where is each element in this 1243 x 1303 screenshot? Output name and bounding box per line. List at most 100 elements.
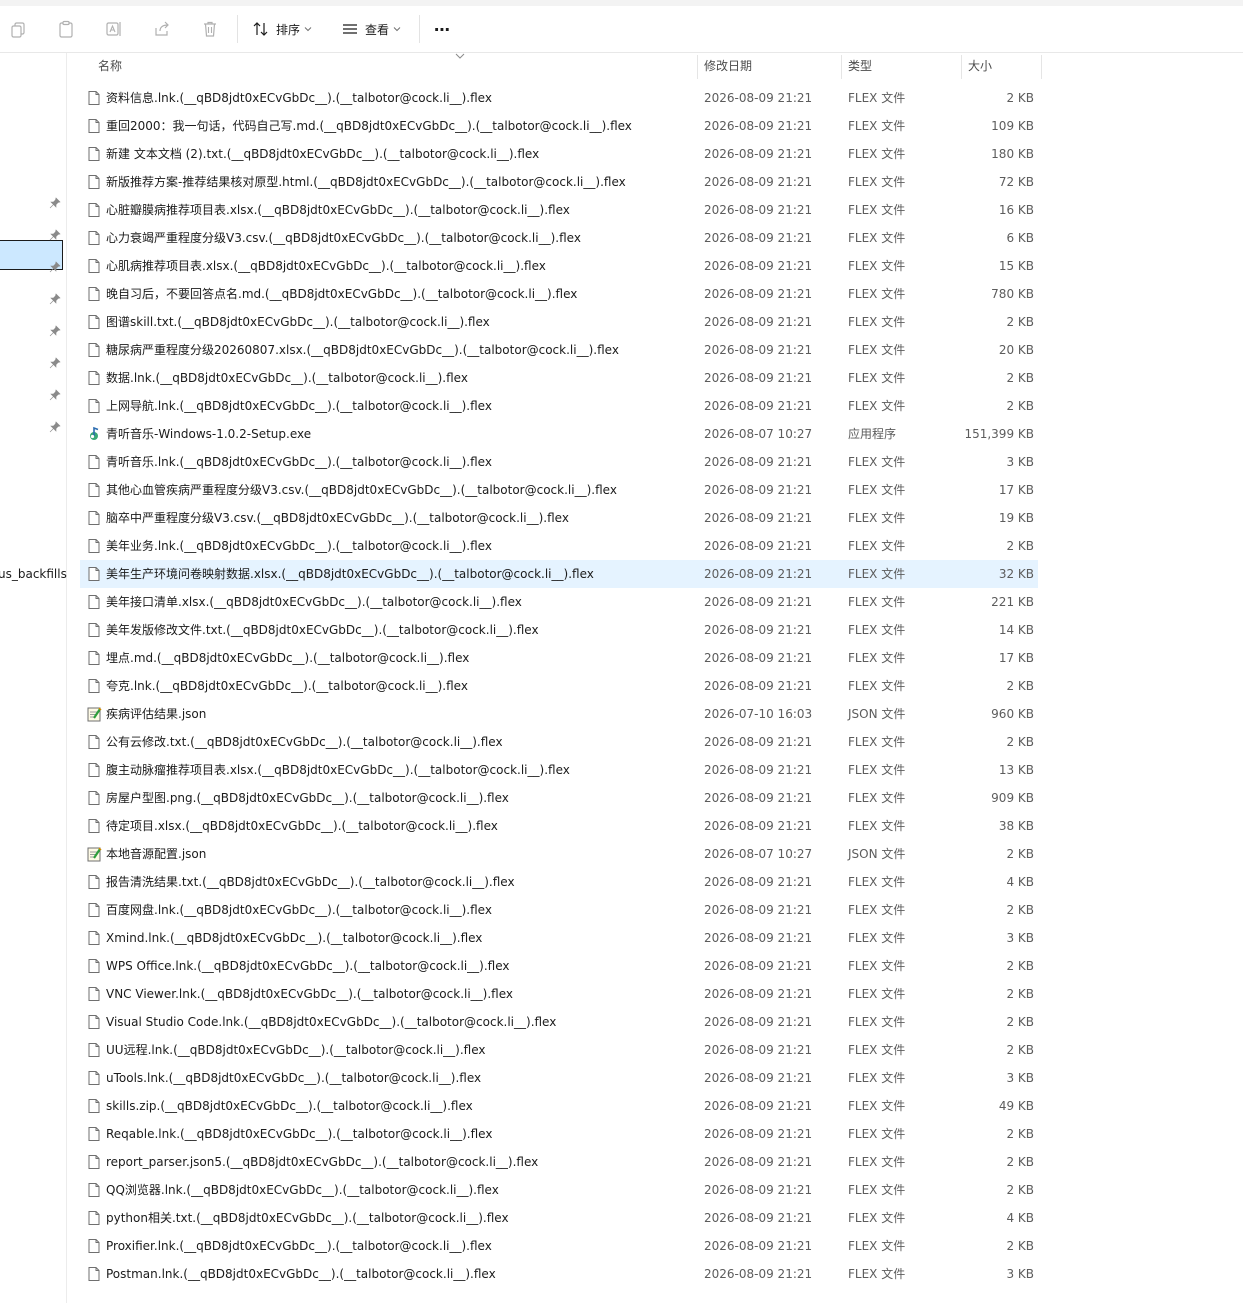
- file-row[interactable]: 美年生产环境问卷映射数据.xlsx.(__qBD8jdt0xECvGbDc__)…: [80, 560, 1038, 588]
- file-row[interactable]: skills.zip.(__qBD8jdt0xECvGbDc__).(__tal…: [80, 1092, 1038, 1120]
- file-row[interactable]: QQ浏览器.lnk.(__qBD8jdt0xECvGbDc__).(__talb…: [80, 1176, 1038, 1204]
- file-name: 美年生产环境问卷映射数据.xlsx.(__qBD8jdt0xECvGbDc__)…: [106, 567, 594, 581]
- file-type: FLEX 文件: [848, 259, 906, 273]
- json-icon: [86, 846, 102, 862]
- file-row[interactable]: 心肌病推荐项目表.xlsx.(__qBD8jdt0xECvGbDc__).(__…: [80, 252, 1038, 280]
- rename-icon[interactable]: [104, 19, 124, 39]
- file-row[interactable]: 资料信息.lnk.(__qBD8jdt0xECvGbDc__).(__talbo…: [80, 84, 1038, 112]
- file-icon: [86, 1042, 102, 1058]
- file-row[interactable]: 图谱skill.txt.(__qBD8jdt0xECvGbDc__).(__ta…: [80, 308, 1038, 336]
- file-row[interactable]: Visual Studio Code.lnk.(__qBD8jdt0xECvGb…: [80, 1008, 1038, 1036]
- file-row[interactable]: 晚自习后，不要回答点名.md.(__qBD8jdt0xECvGbDc__).(_…: [80, 280, 1038, 308]
- file-size: 151,399 KB: [964, 427, 1034, 441]
- column-size-header[interactable]: 大小: [968, 53, 992, 81]
- file-icon: [86, 482, 102, 498]
- file-row[interactable]: 埋点.md.(__qBD8jdt0xECvGbDc__).(__talbotor…: [80, 644, 1038, 672]
- sort-button[interactable]: 排序: [252, 18, 312, 40]
- file-name: 新建 文本文档 (2).txt.(__qBD8jdt0xECvGbDc__).(…: [106, 147, 540, 161]
- file-row[interactable]: python相关.txt.(__qBD8jdt0xECvGbDc__).(__t…: [80, 1204, 1038, 1232]
- file-row[interactable]: 夸克.lnk.(__qBD8jdt0xECvGbDc__).(__talboto…: [80, 672, 1038, 700]
- file-row[interactable]: 腹主动脉瘤推荐项目表.xlsx.(__qBD8jdt0xECvGbDc__).(…: [80, 756, 1038, 784]
- file-row[interactable]: report_parser.json5.(__qBD8jdt0xECvGbDc_…: [80, 1148, 1038, 1176]
- copy-icon[interactable]: [8, 19, 28, 39]
- file-row[interactable]: 重回2000：我一句话，代码自己写.md.(__qBD8jdt0xECvGbDc…: [80, 112, 1038, 140]
- file-modified-date: 2026-08-09 21:21: [704, 623, 813, 637]
- navigation-pane: us_backfills: [0, 53, 67, 1303]
- nav-item-label[interactable]: us_backfills: [0, 567, 67, 581]
- file-name: 晚自习后，不要回答点名.md.(__qBD8jdt0xECvGbDc__).(_…: [106, 287, 578, 301]
- file-row[interactable]: Xmind.lnk.(__qBD8jdt0xECvGbDc__).(__talb…: [80, 924, 1038, 952]
- view-button[interactable]: 查看: [341, 18, 401, 40]
- column-type-header[interactable]: 类型: [848, 53, 872, 81]
- column-divider[interactable]: [1041, 55, 1042, 79]
- file-type: FLEX 文件: [848, 791, 906, 805]
- file-size: 960 KB: [991, 707, 1034, 721]
- pin-icon[interactable]: [49, 229, 61, 241]
- file-icon: [86, 678, 102, 694]
- file-size: 221 KB: [991, 595, 1034, 609]
- file-row[interactable]: 青听音乐-Windows-1.0.2-Setup.exe 2026-08-07 1…: [80, 420, 1038, 448]
- file-row[interactable]: 心脏瓣膜病推荐项目表.xlsx.(__qBD8jdt0xECvGbDc__).(…: [80, 196, 1038, 224]
- file-row[interactable]: 数据.lnk.(__qBD8jdt0xECvGbDc__).(__talboto…: [80, 364, 1038, 392]
- file-row[interactable]: VNC Viewer.lnk.(__qBD8jdt0xECvGbDc__).(_…: [80, 980, 1038, 1008]
- file-row[interactable]: 疾病评估结果.json 2026-07-10 16:03 JSON 文件 960 KB: [80, 700, 1038, 728]
- pin-icon[interactable]: [49, 325, 61, 337]
- pin-icon[interactable]: [49, 293, 61, 305]
- file-row[interactable]: 青听音乐.lnk.(__qBD8jdt0xECvGbDc__).(__talbo…: [80, 448, 1038, 476]
- file-row[interactable]: Postman.lnk.(__qBD8jdt0xECvGbDc__).(__ta…: [80, 1260, 1038, 1288]
- file-row[interactable]: 其他心血管疾病严重程度分级V3.csv.(__qBD8jdt0xECvGbDc_…: [80, 476, 1038, 504]
- pin-icon[interactable]: [49, 389, 61, 401]
- file-modified-date: 2026-08-09 21:21: [704, 987, 813, 1001]
- file-row[interactable]: 上网导航.lnk.(__qBD8jdt0xECvGbDc__).(__talbo…: [80, 392, 1038, 420]
- column-name-header[interactable]: 名称: [98, 53, 122, 81]
- file-row[interactable]: 美年接口清单.xlsx.(__qBD8jdt0xECvGbDc__).(__ta…: [80, 588, 1038, 616]
- file-row[interactable]: 报告清洗结果.txt.(__qBD8jdt0xECvGbDc__).(__tal…: [80, 868, 1038, 896]
- file-row[interactable]: 百度网盘.lnk.(__qBD8jdt0xECvGbDc__).(__talbo…: [80, 896, 1038, 924]
- file-type: FLEX 文件: [848, 1267, 906, 1281]
- file-row[interactable]: UU远程.lnk.(__qBD8jdt0xECvGbDc__).(__talbo…: [80, 1036, 1038, 1064]
- file-row[interactable]: 公有云修改.txt.(__qBD8jdt0xECvGbDc__).(__talb…: [80, 728, 1038, 756]
- file-row[interactable]: 新版推荐方案-推荐结果核对原型.html.(__qBD8jdt0xECvGbDc…: [80, 168, 1038, 196]
- file-row[interactable]: 新建 文本文档 (2).txt.(__qBD8jdt0xECvGbDc__).(…: [80, 140, 1038, 168]
- file-type: FLEX 文件: [848, 903, 906, 917]
- file-row[interactable]: 糖尿病严重程度分级20260807.xlsx.(__qBD8jdt0xECvGb…: [80, 336, 1038, 364]
- file-size: 2 KB: [1006, 1015, 1034, 1029]
- file-row[interactable]: 房屋户型图.png.(__qBD8jdt0xECvGbDc__).(__talb…: [80, 784, 1038, 812]
- file-size: 2 KB: [1006, 539, 1034, 553]
- file-modified-date: 2026-08-07 10:27: [704, 847, 813, 861]
- file-size: 15 KB: [998, 259, 1034, 273]
- paste-icon[interactable]: [56, 19, 76, 39]
- more-options-button[interactable]: ⋯: [434, 18, 450, 40]
- file-type: FLEX 文件: [848, 399, 906, 413]
- file-row[interactable]: Proxifier.lnk.(__qBD8jdt0xECvGbDc__).(__…: [80, 1232, 1038, 1260]
- file-type: FLEX 文件: [848, 959, 906, 973]
- file-row[interactable]: 心力衰竭严重程度分级V3.csv.(__qBD8jdt0xECvGbDc__).…: [80, 224, 1038, 252]
- file-row[interactable]: WPS Office.lnk.(__qBD8jdt0xECvGbDc__).(_…: [80, 952, 1038, 980]
- file-row[interactable]: uTools.lnk.(__qBD8jdt0xECvGbDc__).(__tal…: [80, 1064, 1038, 1092]
- pin-icon[interactable]: [49, 261, 61, 273]
- file-type: FLEX 文件: [848, 651, 906, 665]
- file-row[interactable]: 脑卒中严重程度分级V3.csv.(__qBD8jdt0xECvGbDc__).(…: [80, 504, 1038, 532]
- pin-icon[interactable]: [49, 357, 61, 369]
- pin-icon[interactable]: [49, 197, 61, 209]
- file-row[interactable]: 美年业务.lnk.(__qBD8jdt0xECvGbDc__).(__talbo…: [80, 532, 1038, 560]
- file-row[interactable]: 本地音源配置.json 2026-08-07 10:27 JSON 文件 2 KB: [80, 840, 1038, 868]
- file-icon: [86, 1126, 102, 1142]
- pin-icon[interactable]: [49, 421, 61, 433]
- column-date-header[interactable]: 修改日期: [704, 53, 752, 81]
- delete-icon[interactable]: [200, 19, 220, 39]
- file-name: WPS Office.lnk.(__qBD8jdt0xECvGbDc__).(_…: [106, 959, 510, 973]
- file-row[interactable]: 待定项目.xlsx.(__qBD8jdt0xECvGbDc__).(__talb…: [80, 812, 1038, 840]
- file-name: 埋点.md.(__qBD8jdt0xECvGbDc__).(__talbotor…: [106, 651, 470, 665]
- column-divider[interactable]: [841, 55, 842, 79]
- file-modified-date: 2026-07-10 16:03: [704, 707, 813, 721]
- column-divider[interactable]: [961, 55, 962, 79]
- share-icon[interactable]: [152, 19, 172, 39]
- file-row[interactable]: Reqable.lnk.(__qBD8jdt0xECvGbDc__).(__ta…: [80, 1120, 1038, 1148]
- file-type: FLEX 文件: [848, 1211, 906, 1225]
- toolbar-separator: [419, 15, 420, 43]
- file-row[interactable]: 美年发版修改文件.txt.(__qBD8jdt0xECvGbDc__).(__t…: [80, 616, 1038, 644]
- column-divider[interactable]: [697, 55, 698, 79]
- file-modified-date: 2026-08-09 21:21: [704, 315, 813, 329]
- file-size: 2 KB: [1006, 1239, 1034, 1253]
